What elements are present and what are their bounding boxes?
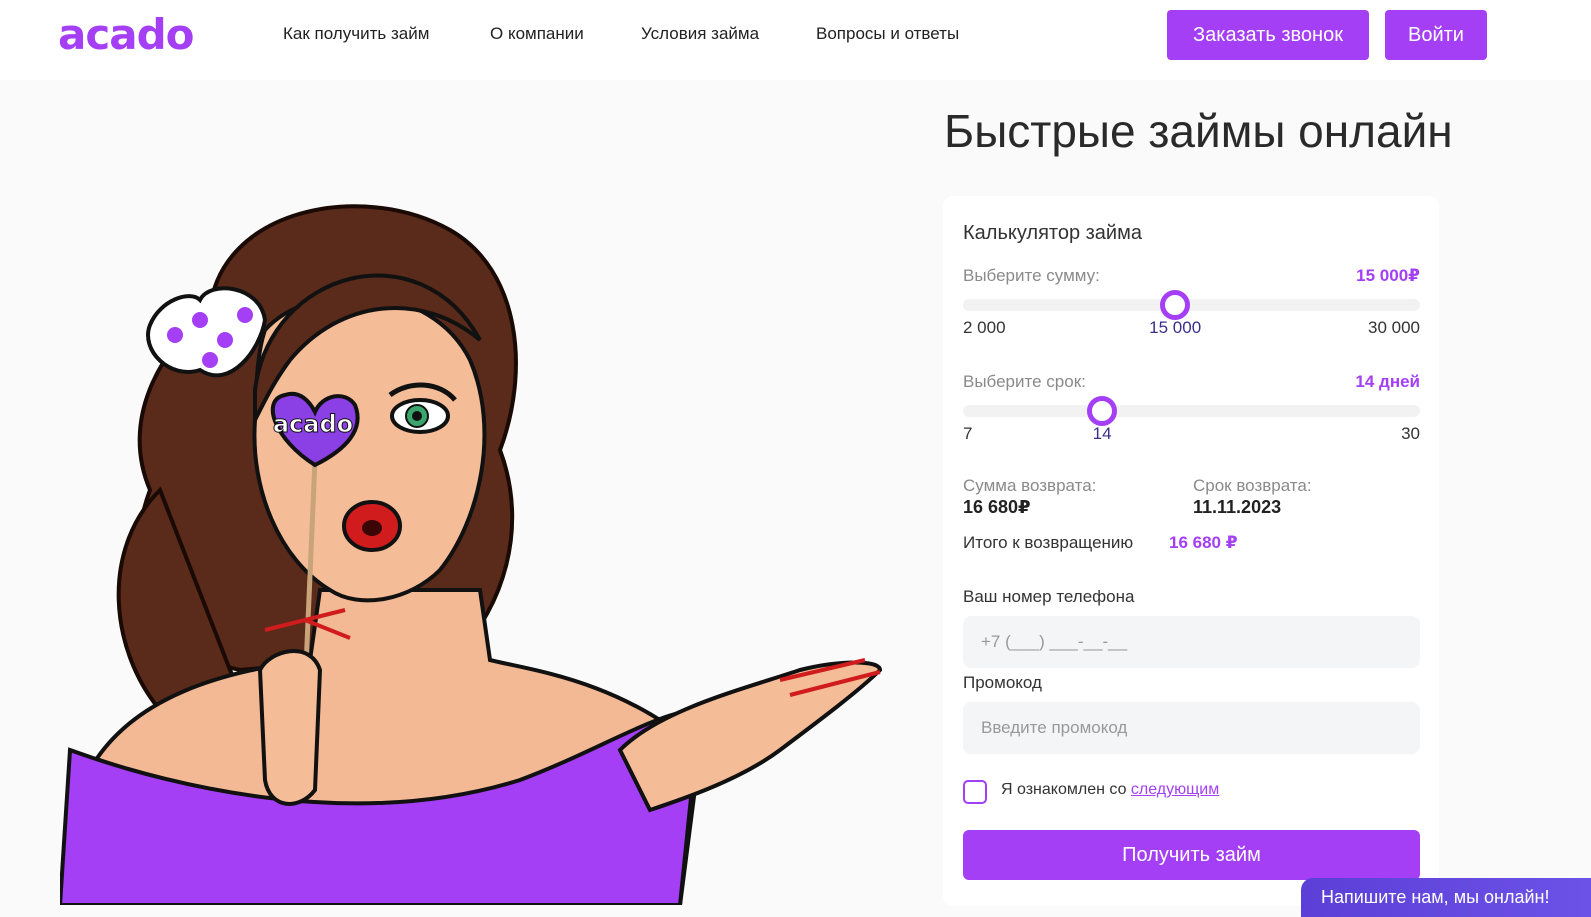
- hero-illustration: acado: [60, 204, 883, 905]
- agree-checkbox[interactable]: [963, 780, 987, 804]
- amount-min-label: 2 000: [963, 318, 1006, 337]
- agree-label: Я ознакомлен со: [1001, 781, 1127, 798]
- phone-label: Ваш номер телефона: [963, 587, 1135, 606]
- order-call-button[interactable]: Заказать звонок: [1167, 10, 1369, 60]
- page-title: Быстрые займы онлайн: [944, 105, 1453, 157]
- term-current-label: 14: [1092, 424, 1112, 443]
- login-button[interactable]: Войти: [1385, 10, 1487, 60]
- nav-how-to-get-loan[interactable]: Как получить займ: [283, 24, 429, 44]
- amount-value: 15 000₽: [1356, 266, 1420, 285]
- total-value: 16 680 ₽: [1169, 533, 1238, 552]
- illustration-badge: acado: [273, 410, 353, 438]
- nav-about-company[interactable]: О компании: [490, 24, 584, 44]
- phone-input[interactable]: [963, 616, 1420, 668]
- loan-calculator-card: Калькулятор займа Выберите сумму: 15 000…: [943, 196, 1439, 906]
- term-max-label: 30: [1401, 424, 1420, 443]
- chat-widget[interactable]: Напишите нам, мы онлайн!: [1301, 878, 1591, 917]
- nav-loan-terms[interactable]: Условия займа: [641, 24, 759, 44]
- return-sum-value: 16 680₽: [963, 497, 1031, 517]
- agree-text: Я ознакомлен со следующим: [1001, 781, 1219, 799]
- return-date-label: Срок возврата:: [1193, 476, 1312, 495]
- amount-slider-track[interactable]: [963, 299, 1420, 311]
- amount-slider-thumb[interactable]: [1160, 290, 1191, 320]
- promo-label: Промокод: [963, 673, 1042, 692]
- return-sum-label: Сумма возврата:: [963, 476, 1097, 495]
- return-date-value: 11.11.2023: [1193, 497, 1282, 517]
- term-slider-thumb[interactable]: [1087, 396, 1118, 426]
- amount-label: Выберите сумму:: [963, 266, 1100, 285]
- agree-link[interactable]: следующим: [1131, 781, 1219, 798]
- amount-current-label: 15 000: [1149, 318, 1202, 337]
- get-loan-button[interactable]: Получить займ: [963, 830, 1420, 880]
- logo[interactable]: acado: [58, 10, 194, 59]
- promo-input[interactable]: [963, 702, 1420, 754]
- site-header: acado Как получить займ О компании Услов…: [0, 0, 1591, 80]
- term-min-label: 7: [963, 424, 973, 443]
- nav-faq[interactable]: Вопросы и ответы: [816, 24, 959, 44]
- term-label: Выберите срок:: [963, 372, 1086, 391]
- term-slider-track[interactable]: [963, 405, 1420, 417]
- calculator-title: Калькулятор займа: [963, 222, 1142, 244]
- amount-max-label: 30 000: [1368, 318, 1420, 337]
- term-value: 14 дней: [1355, 372, 1420, 391]
- total-label: Итого к возвращению: [963, 533, 1134, 552]
